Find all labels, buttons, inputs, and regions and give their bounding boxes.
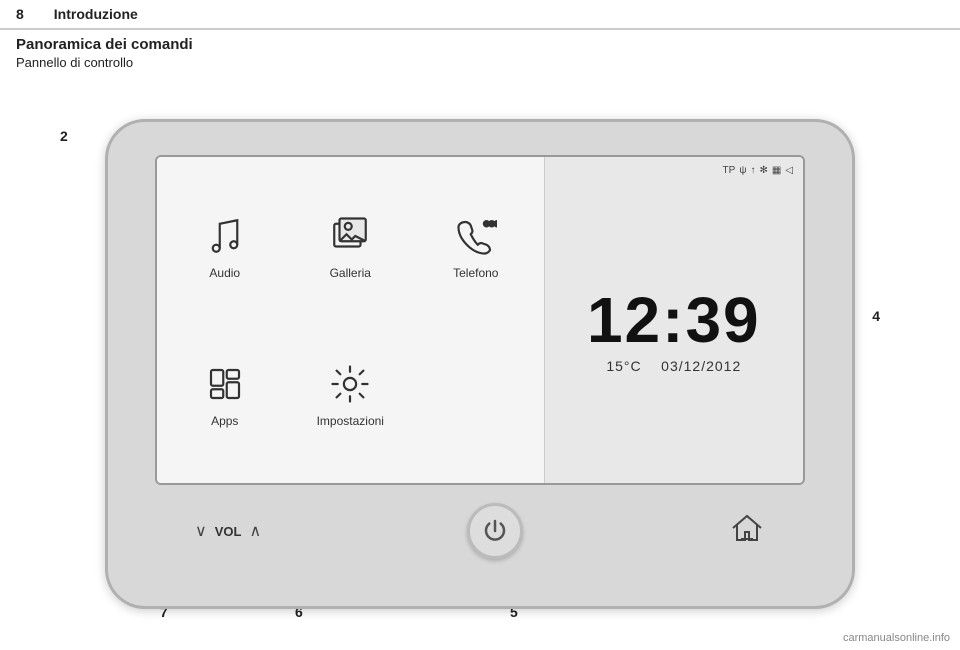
menu-item-telefono[interactable]: Telefono xyxy=(418,177,534,315)
device-shell: Audio Galleria xyxy=(105,119,855,609)
status-bluetooth: ✻ xyxy=(759,165,767,176)
status-bar: TP ψ ↑ ✻ ▦ ◁ xyxy=(555,165,793,176)
menu-item-audio[interactable]: Audio xyxy=(167,177,283,315)
controls-bar: ∨ VOL ∧ xyxy=(155,489,805,573)
clock-date-line: 15°C 03/12/2012 xyxy=(606,358,741,374)
telefono-icon xyxy=(452,212,500,260)
galleria-icon xyxy=(326,212,374,260)
apps-label: Apps xyxy=(211,414,238,428)
clock-display: 12:39 15°C 03/12/2012 xyxy=(555,186,793,475)
menu-empty-cell xyxy=(418,325,534,463)
power-button[interactable] xyxy=(467,503,523,559)
screen-area: Audio Galleria xyxy=(155,155,805,485)
telefono-label: Telefono xyxy=(453,266,498,280)
status-wifi: ψ xyxy=(739,165,746,176)
info-panel: TP ψ ↑ ✻ ▦ ◁ 12:39 15°C 03/12/2012 xyxy=(545,157,803,483)
menu-item-galleria[interactable]: Galleria xyxy=(293,177,409,315)
status-tp: TP xyxy=(723,165,736,176)
status-signal: ↑ xyxy=(750,165,755,176)
menu-panel: Audio Galleria xyxy=(157,157,545,483)
audio-icon xyxy=(201,212,249,260)
menu-item-impostazioni[interactable]: Impostazioni xyxy=(293,325,409,463)
apps-icon xyxy=(201,360,249,408)
clock-time: 12:39 xyxy=(587,288,761,352)
audio-label: Audio xyxy=(209,266,240,280)
galleria-label: Galleria xyxy=(330,266,371,280)
main-content: 2 3 1 4 5 6 7 Audio xyxy=(0,78,960,650)
vol-up-button[interactable]: ∧ xyxy=(249,521,261,541)
menu-item-apps[interactable]: Apps xyxy=(167,325,283,463)
status-mute: ◁ xyxy=(785,165,793,176)
vol-control: ∨ VOL ∧ xyxy=(195,521,261,541)
label-2: 2 xyxy=(60,128,68,144)
label-4: 4 xyxy=(872,308,880,324)
clock-date: 03/12/2012 xyxy=(661,358,741,374)
section-subtitle: Pannello di controllo xyxy=(0,55,960,78)
vol-label: VOL xyxy=(215,524,242,539)
page-title: Introduzione xyxy=(54,6,138,22)
page-number: 8 xyxy=(16,6,24,22)
section-title: Panoramica dei comandi xyxy=(0,30,960,55)
page-header: 8 Introduzione xyxy=(0,0,960,29)
vol-down-button[interactable]: ∨ xyxy=(195,521,207,541)
impostazioni-icon xyxy=(326,360,374,408)
status-storage: ▦ xyxy=(772,165,781,176)
watermark: carmanualsonline.info xyxy=(843,632,950,644)
impostazioni-label: Impostazioni xyxy=(317,414,384,428)
clock-temp: 15°C xyxy=(606,358,641,374)
home-button[interactable] xyxy=(729,510,765,553)
